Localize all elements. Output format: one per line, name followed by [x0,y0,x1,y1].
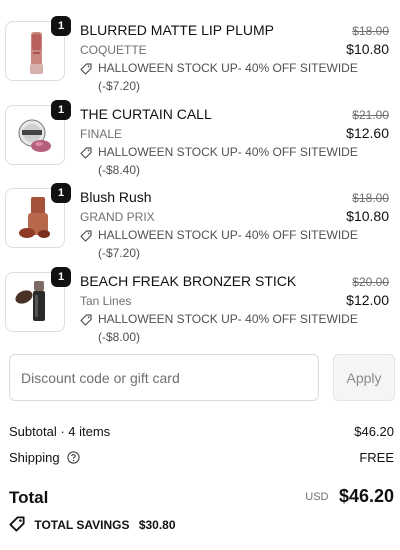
sale-price: $10.80 [346,208,389,224]
product-variant: GRAND PRIX [80,210,155,224]
apply-button[interactable]: Apply [333,354,395,401]
product-name: THE CURTAIN CALL [80,106,212,122]
savings-label: TOTAL SAVINGS [34,518,130,532]
product-variant: COQUETTE [80,43,147,57]
discount-amount: (-$7.20) [98,246,141,260]
total-amount-group: USD $46.20 [305,486,394,507]
product-variant: FINALE [80,127,123,141]
total-label: Total [9,488,49,507]
quantity-badge: 1 [51,183,71,203]
cart-item: 1 Blush Rush GRAND PRIX HALLOWEEN STOCK … [0,183,400,260]
quantity-badge: 1 [51,100,71,120]
cart-item: 1 BEACH FREAK BRONZER STICK Tan Lines HA… [0,267,400,344]
product-variant: Tan Lines [80,294,132,308]
sale-price: $12.00 [346,292,389,308]
discount-label: HALLOWEEN STOCK UP- 40% OFF SITEWIDE [98,145,358,159]
product-name: BLURRED MATTE LIP PLUMP [80,22,274,38]
sale-price: $10.80 [346,41,389,57]
tag-icon [9,516,25,532]
quantity-badge: 1 [51,16,71,36]
discount-label: HALLOWEEN STOCK UP- 40% OFF SITEWIDE [98,228,358,242]
discount-amount: (-$8.00) [98,330,141,344]
original-price: $20.00 [352,275,389,289]
tag-icon [80,63,92,75]
original-price: $21.00 [352,108,389,122]
discount-amount: (-$8.40) [98,163,141,177]
original-price: $18.00 [352,191,389,205]
shipping-row: Shipping FREE [9,450,394,465]
original-price: $18.00 [352,24,389,38]
sale-price: $12.60 [346,125,389,141]
savings-value: $30.80 [138,518,176,532]
cart-item: 1 THE CURTAIN CALL FINALE HALLOWEEN STOC… [0,100,400,177]
cart-item: 1 BLURRED MATTE LIP PLUMP COQUETTE HALLO… [0,16,400,93]
subtotal-value: $46.20 [354,424,394,439]
discount-code-input[interactable] [9,354,319,401]
discount-label: HALLOWEEN STOCK UP- 40% OFF SITEWIDE [98,312,358,326]
total-amount: $46.20 [338,486,394,506]
subtotal-label: Subtotal · 4 items [9,424,111,439]
subtotal-row: Subtotal · 4 items $46.20 [9,424,394,439]
quantity-badge: 1 [51,267,71,287]
tag-icon [80,314,92,326]
currency-code: USD [305,491,329,503]
question-circle-icon[interactable] [67,451,80,464]
shipping-label: Shipping [9,450,60,465]
product-name: Blush Rush [80,189,152,205]
tag-icon [80,230,92,242]
discount-label: HALLOWEEN STOCK UP- 40% OFF SITEWIDE [98,61,358,75]
total-savings: TOTAL SAVINGS $30.80 [9,516,176,532]
discount-amount: (-$7.20) [98,79,141,93]
tag-icon [80,147,92,159]
shipping-value: FREE [359,450,394,465]
product-name: BEACH FREAK BRONZER STICK [80,273,297,289]
